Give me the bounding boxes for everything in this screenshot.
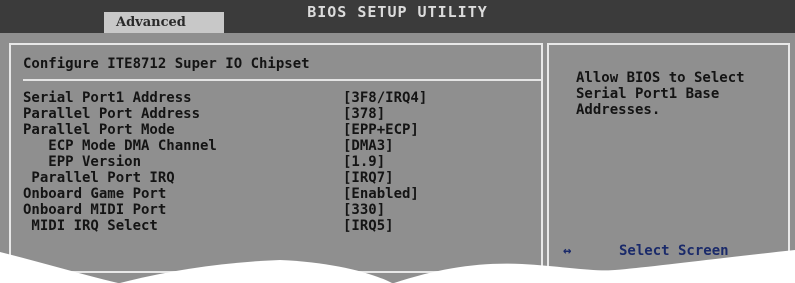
bios-screen: Advanced BIOS SETUP UTILITY Configure IT… <box>0 0 795 283</box>
torn-edge <box>0 250 795 283</box>
